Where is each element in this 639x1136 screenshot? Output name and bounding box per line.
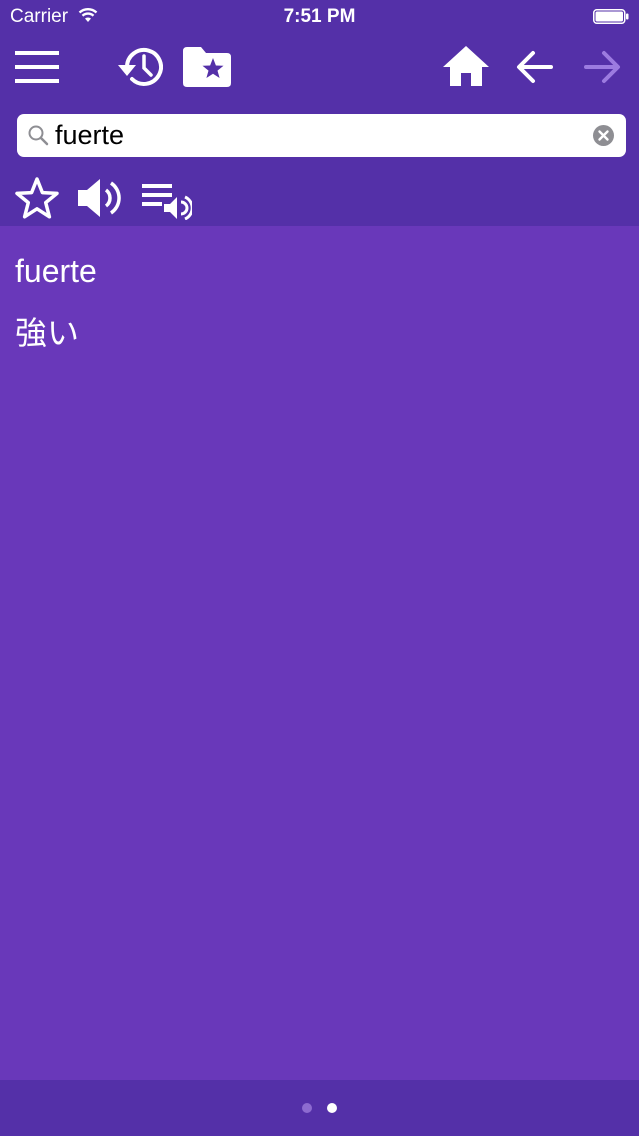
menu-icon[interactable] — [15, 51, 59, 83]
playlist-speaker-icon[interactable] — [142, 182, 192, 220]
status-bar: Carrier 7:51 PM — [0, 0, 639, 34]
search-bar[interactable] — [17, 114, 626, 157]
entry-content: fuerte 強い — [0, 226, 639, 1080]
back-arrow-icon[interactable] — [515, 49, 553, 85]
home-icon[interactable] — [443, 46, 489, 86]
clear-search-icon[interactable] — [593, 125, 614, 146]
star-icon[interactable] — [14, 176, 60, 220]
speaker-icon[interactable] — [78, 175, 124, 221]
search-icon — [28, 125, 49, 146]
battery-icon — [593, 9, 629, 24]
entry-translation: 強い — [15, 315, 80, 351]
page-dot-1[interactable] — [302, 1103, 312, 1113]
page-indicator-bar — [0, 1080, 639, 1136]
history-icon[interactable] — [113, 45, 163, 89]
top-header: Carrier 7:51 PM — [0, 0, 639, 226]
page-dot-2-active[interactable] — [327, 1103, 337, 1113]
favorites-folder-icon[interactable] — [183, 47, 231, 87]
status-time: 7:51 PM — [283, 6, 356, 27]
forward-arrow-icon[interactable] — [584, 49, 622, 85]
search-input[interactable] — [55, 114, 585, 157]
entry-headword: fuerte — [15, 253, 97, 289]
